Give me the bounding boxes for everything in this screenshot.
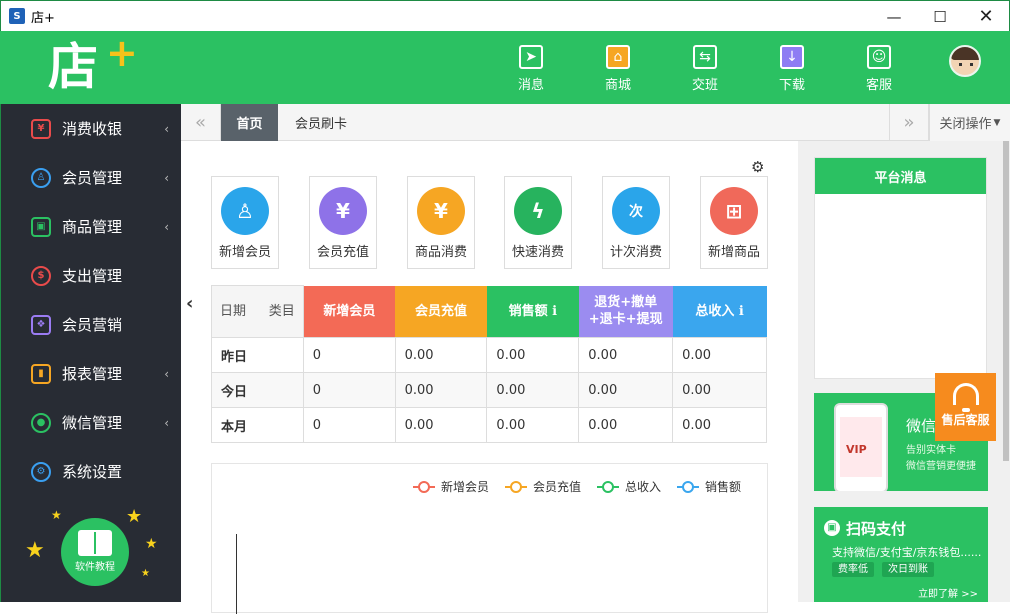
caret-down-icon: ▼ [993,117,1001,128]
sidebar: ¥ 消费收银 ‹ ♙ 会员管理 ‹ ▣ 商品管理 ‹ $ 支出管理 ❖ 会员营销… [0,104,181,602]
close-window-button[interactable]: ✕ [963,1,1009,32]
minimize-button[interactable]: — [871,1,917,32]
quick-consume-icon: ϟ [514,187,562,235]
quick-add-goods[interactable]: ⊞ 新增商品 [700,176,768,269]
nav-messages[interactable]: ➤ 消息 [501,45,561,93]
quick-recharge[interactable]: ¥ 会员充值 [309,176,377,269]
chevron-left-icon: ‹ [164,170,169,185]
table-row: 昨日 0 0.00 0.00 0.00 0.00 [211,337,767,373]
chart-y-axis [236,534,237,614]
customer-service-icon: ☺ [867,45,891,69]
software-tutorial-button[interactable]: 软件教程 [61,518,129,586]
download-icon: ↓ [780,45,804,69]
legend-total-income[interactable]: 总收入 [596,478,661,495]
sidebar-item-wechat[interactable]: ● 微信管理 ‹ [1,398,182,447]
col-total-income: 总收入 ℹ [672,285,767,338]
tab-home[interactable]: 首页 [221,104,278,141]
quick-fast-consume[interactable]: ϟ 快速消费 [504,176,572,269]
col-sales: 销售额 ℹ [486,285,579,338]
legend-new-members[interactable]: 新增会员 [412,478,489,495]
members-icon: ♙ [31,167,51,188]
star-icon: ★ [25,538,45,563]
nav-download[interactable]: ↓ 下载 [762,45,822,93]
chevron-left-icon: ‹ [164,366,169,381]
gift-icon: ❖ [31,314,51,335]
top-header: 店 + ➤ 消息 ⌂ 商城 ⇆ 交班 ↓ 下载 ☺ 客服 [0,31,1010,104]
table-row: 今日 0 0.00 0.00 0.00 0.00 [211,372,767,408]
col-recharge: 会员充值 [395,285,487,338]
window-title: 店+ [31,10,55,26]
tab-bar: « 首页 会员刷卡 » 关闭操作 ▼ [181,104,1010,141]
report-icon: ▮ [31,363,51,384]
legend-recharge[interactable]: 会员充值 [504,478,581,495]
cashier-icon: ¥ [31,118,51,139]
right-panel: 平台消息 VIP 微信 告别实体卡 微信营销更便捷 ▣ 扫码支付 支持微信/支付… [798,141,1010,602]
add-goods-icon: ⊞ [710,187,758,235]
tab-member-card[interactable]: 会员刷卡 [278,104,364,141]
nav-mall[interactable]: ⌂ 商城 [588,45,648,93]
platform-messages-title: 平台消息 [815,158,986,194]
shift-swap-icon: ⇆ [693,45,717,69]
quick-add-member[interactable]: ♙ 新增会员 [211,176,279,269]
nav-shift[interactable]: ⇆ 交班 [675,45,735,93]
settings-icon: ⚙ [31,461,51,482]
scan-pay-banner[interactable]: ▣ 扫码支付 支持微信/支付宝/京东钱包...... 费率低 次日到账 立即了解… [814,507,988,602]
count-consume-icon: 次 [612,187,660,235]
trend-chart: 新增会员 会员充值 总收入 销售额 [211,463,768,614]
maximize-button[interactable]: ☐ [917,1,963,32]
sidebar-item-members[interactable]: ♙ 会员管理 ‹ [1,153,182,202]
tabs-scroll-left-button[interactable]: « [181,104,221,141]
quick-count-consume[interactable]: 次 计次消费 [602,176,670,269]
quick-goods-consume[interactable]: ¥ 商品消费 [407,176,475,269]
phone-image: VIP [834,403,888,491]
scan-pay-icon: ▣ [824,520,840,536]
chevron-left-icon: ‹ [164,219,169,234]
star-icon: ★ [141,568,150,579]
chevron-left-icon: ‹ [164,121,169,136]
col-new-members: 新增会员 [303,285,396,338]
book-icon [78,530,112,556]
sidebar-item-expense[interactable]: $ 支出管理 [1,251,182,300]
expense-icon: $ [31,265,51,286]
legend-sales[interactable]: 销售额 [676,478,741,495]
message-plane-icon: ➤ [519,45,543,69]
sidebar-item-goods[interactable]: ▣ 商品管理 ‹ [1,202,182,251]
gear-icon[interactable]: ⚙ [751,158,764,176]
after-sales-service-button[interactable]: 售后客服 [935,373,996,441]
chevron-left-icon: ‹ [164,415,169,430]
col-returns: 退货+撤单 +退卡+提现 [578,285,673,338]
right-scrollbar[interactable] [1003,141,1009,461]
sidebar-item-cashier[interactable]: ¥ 消费收银 ‹ [1,104,182,153]
title-bar: S 店+ — ☐ ✕ [0,0,1010,31]
chevron-left-icon[interactable]: ‹ [186,293,193,314]
sidebar-item-settings[interactable]: ⚙ 系统设置 [1,447,182,496]
brand-logo: 店 + [48,31,138,96]
wechat-icon: ● [31,412,51,433]
app-icon: S [9,8,25,24]
sidebar-item-reports[interactable]: ▮ 报表管理 ‹ [1,349,182,398]
stats-table: 日期 类目 新增会员 会员充值 销售额 ℹ 退货+撤单 +退卡+提现 总收入 ℹ… [211,285,767,443]
sidebar-item-marketing[interactable]: ❖ 会员营销 [1,300,182,349]
chart-legend: 新增会员 会员充值 总收入 销售额 [412,478,741,495]
goods-consume-icon: ¥ [417,187,465,235]
goods-icon: ▣ [31,216,51,237]
nav-customer-service[interactable]: ☺ 客服 [849,45,909,93]
table-row: 本月 0 0.00 0.00 0.00 0.00 [211,407,767,443]
main-content: ⚙ ♙ 新增会员 ¥ 会员充值 ¥ 商品消费 ϟ 快速消费 次 计次消费 ⊞ 新… [181,141,798,614]
user-avatar[interactable] [949,45,981,77]
recharge-icon: ¥ [319,187,367,235]
star-icon: ★ [126,506,143,527]
add-member-icon: ♙ [221,187,269,235]
platform-messages-panel: 平台消息 [814,157,987,379]
headset-icon [952,383,979,412]
mall-icon: ⌂ [606,45,630,69]
star-icon: ★ [145,536,158,552]
tabs-scroll-right-button[interactable]: » [889,104,929,141]
stats-corner-header: 日期 类目 [211,285,304,338]
close-operations-dropdown[interactable]: 关闭操作 ▼ [929,104,1010,141]
learn-more-link[interactable]: 立即了解 >> [918,585,978,600]
star-icon: ★ [51,508,62,522]
